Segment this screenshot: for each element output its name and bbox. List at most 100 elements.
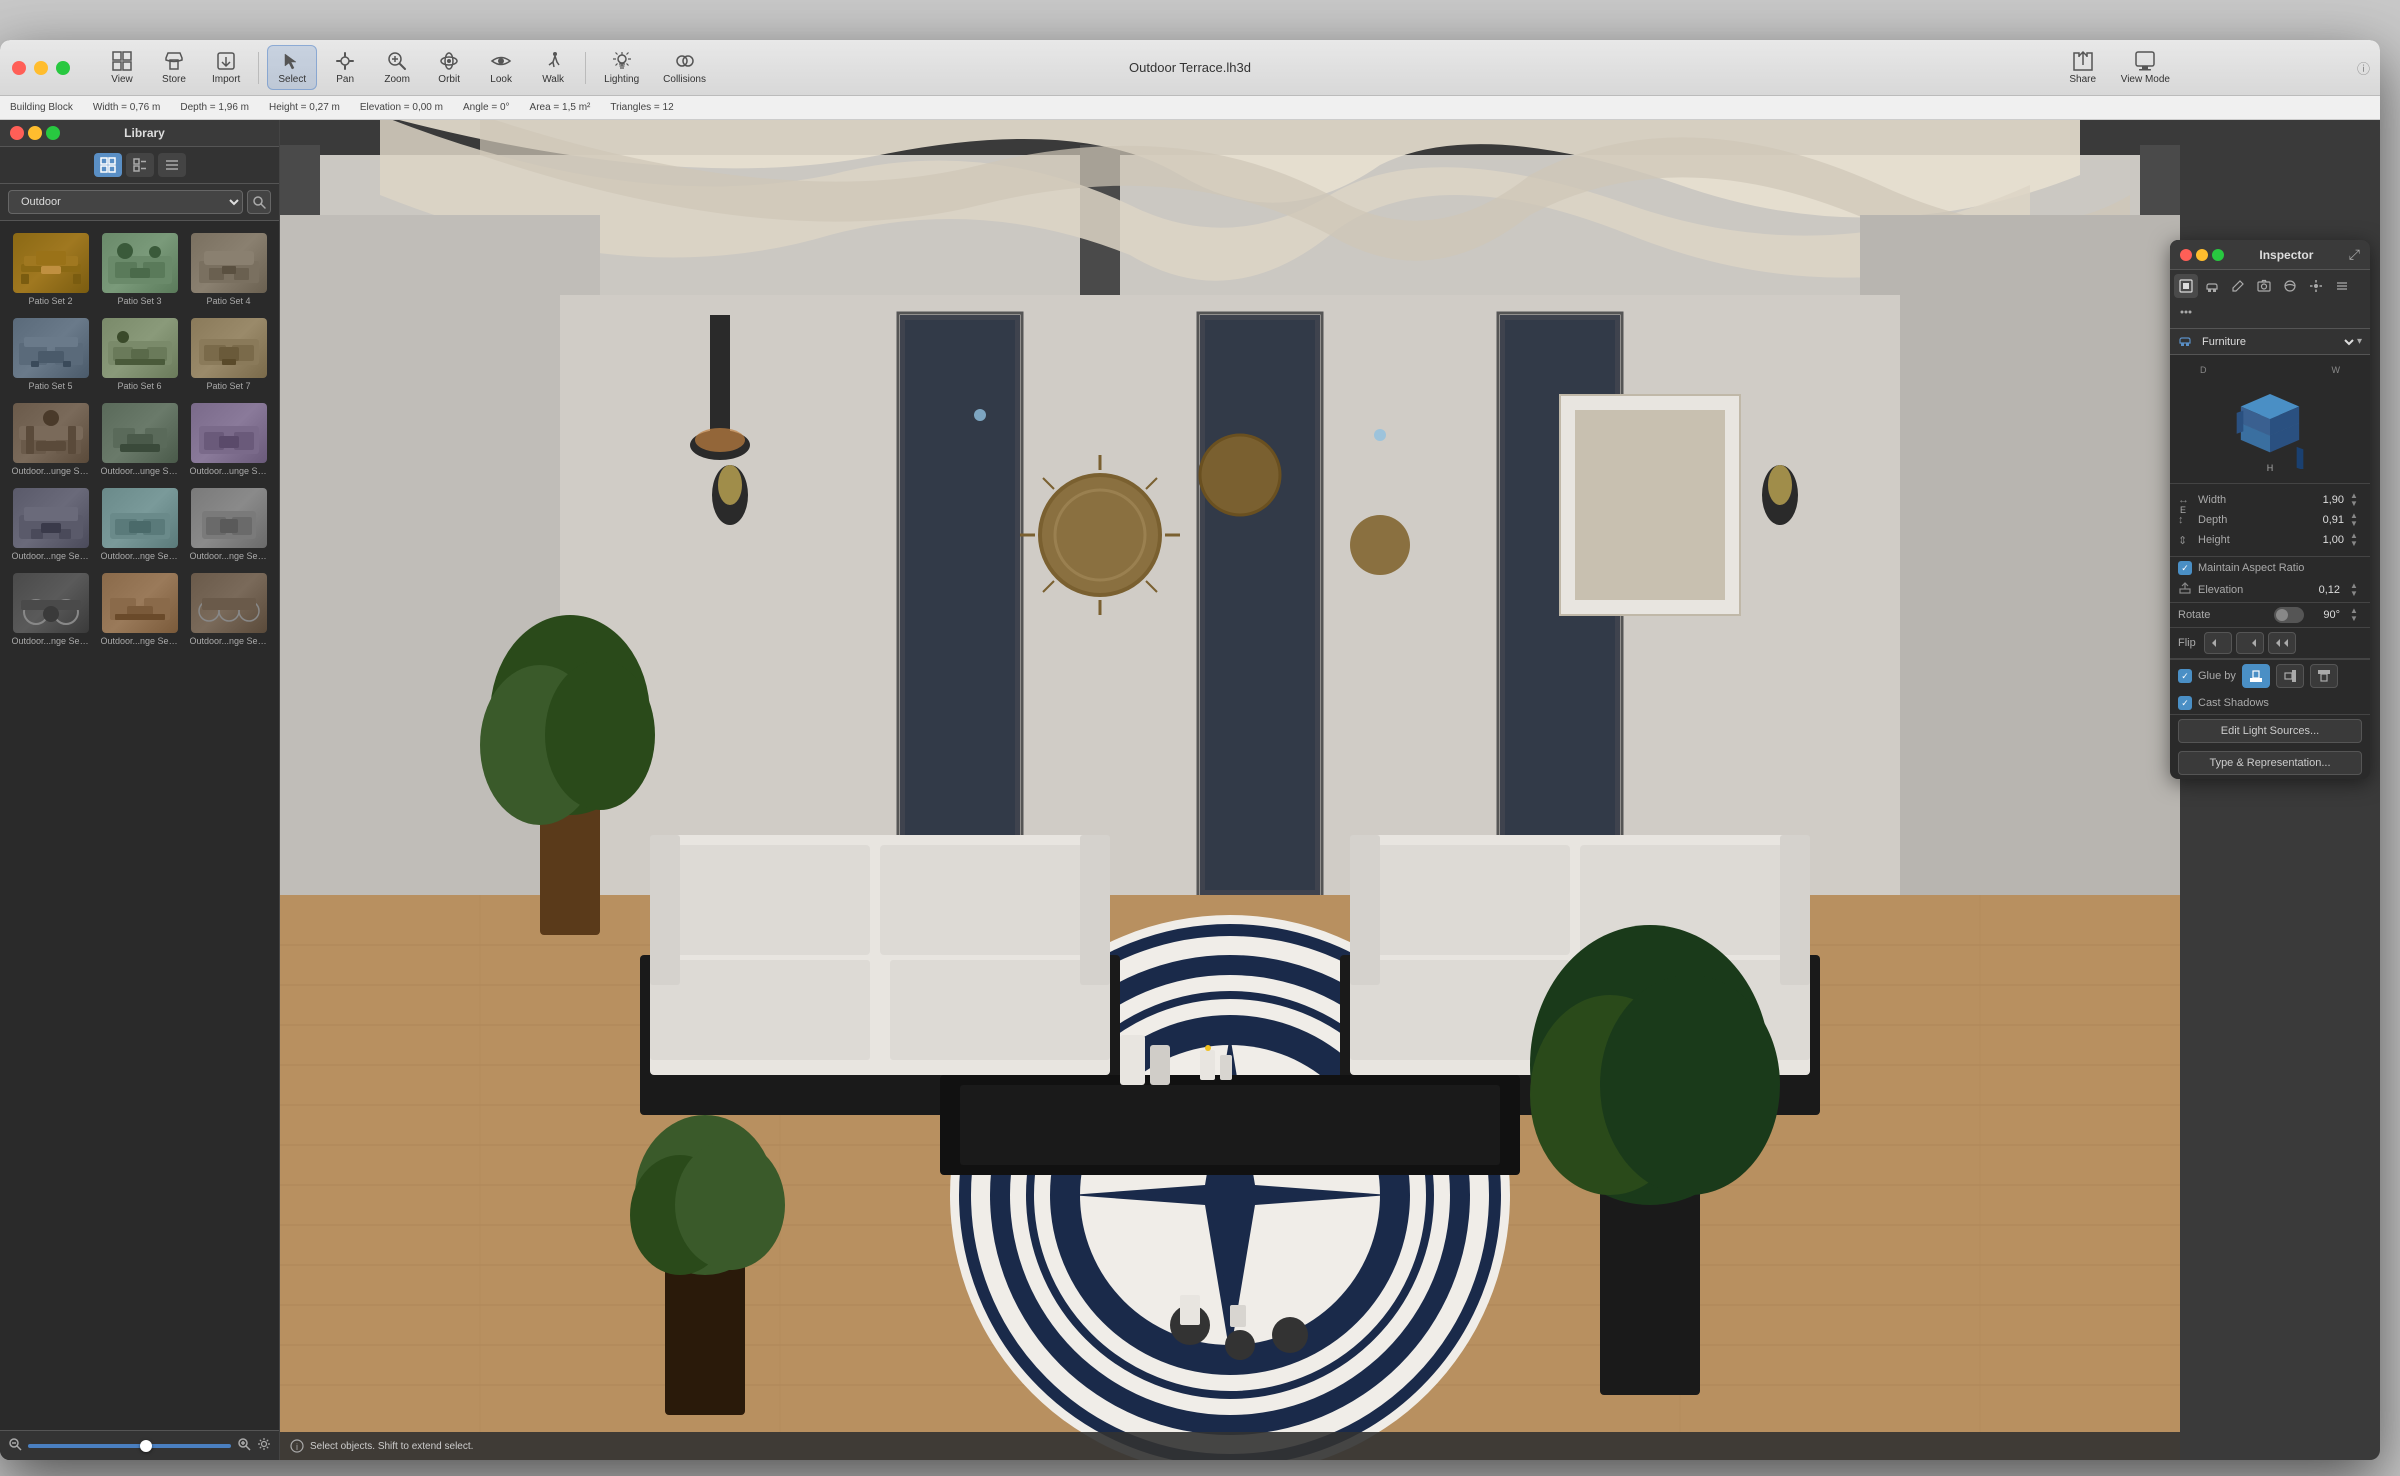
library-category-dropdown[interactable]: Outdoor [8,190,243,214]
minimize-button[interactable] [34,61,48,75]
library-min-btn[interactable] [28,126,42,140]
toolbar-item-look[interactable]: Look [477,46,525,89]
viewmode-label: View Mode [2121,74,2170,85]
library-settings-icon[interactable] [257,1437,271,1454]
lounge3-label: Outdoor...unge Set 3 [190,466,268,476]
list-item[interactable]: Patio Set 5 [8,314,93,395]
inspector-tool-more[interactable] [2330,274,2354,298]
elevation-stepper[interactable]: ▲ ▼ [2350,582,2362,598]
maximize-button[interactable] [56,61,70,75]
list-item[interactable]: Outdoor...unge Set 2 [97,399,182,480]
toolbar-item-collisions[interactable]: Collisions [653,46,716,89]
viewport[interactable] [280,120,2180,1460]
flip-vertical-button[interactable] [2236,632,2264,654]
height-step-down[interactable]: ▼ [2350,540,2362,548]
cast-shadows-checkbox[interactable]: ✓ [2178,696,2192,710]
rotate-step-down[interactable]: ▼ [2350,615,2362,623]
height-stepper[interactable]: ▲ ▼ [2350,532,2362,548]
glue-floor-button[interactable] [2242,664,2270,688]
toolbar-item-orbit[interactable]: Orbit [425,46,473,89]
elevation-icon [2178,581,2192,598]
width-stepper[interactable]: ▲ ▼ [2350,492,2362,508]
preview-w-label: W [2332,365,2341,375]
inspector-tool-furniture[interactable] [2200,274,2224,298]
zoom-slider-thumb[interactable] [140,1440,152,1452]
list-item[interactable]: Outdoor...nge Set 4 [8,484,93,565]
width-step-down[interactable]: ▼ [2350,500,2362,508]
toolbar-item-lighting[interactable]: Lighting [594,46,649,89]
rotate-toggle[interactable] [2274,607,2304,623]
list-item[interactable]: Outdoor...nge Set 6 [186,484,271,565]
list-item[interactable]: Outdoor...nge Set 9 [186,569,271,650]
inspector-tool-extra[interactable] [2174,300,2198,324]
library-search-button[interactable] [247,190,271,214]
toolbar-item-viewmode[interactable]: View Mode [2111,46,2180,89]
patio5-thumbnail-svg [16,321,86,375]
elevation-step-down[interactable]: ▼ [2350,590,2362,598]
lounge5-label: Outdoor...nge Set 5 [101,551,179,561]
zoom-out-icon[interactable] [8,1437,22,1454]
depth-row: ↕ Depth 0,91 ▲ ▼ [2178,510,2362,530]
list-item[interactable]: Outdoor...nge Set 7 [8,569,93,650]
depth-value[interactable]: 0,91 [2304,514,2344,526]
list-item[interactable]: Patio Set 3 [97,229,182,310]
close-button[interactable] [12,61,26,75]
library-close-btn[interactable] [10,126,24,140]
inspector-min-btn[interactable] [2196,249,2208,261]
inspector-tool-photo[interactable] [2252,274,2276,298]
elevation-value[interactable]: 0,12 [2319,584,2340,596]
glue-ceiling-button[interactable] [2310,664,2338,688]
library-max-btn[interactable] [46,126,60,140]
walk-label: Walk [542,74,564,85]
inspector-tool-select[interactable] [2174,274,2198,298]
toolbar-item-share[interactable]: Share [2059,46,2107,89]
list-item[interactable]: Patio Set 2 [8,229,93,310]
type-representation-button[interactable]: Type & Representation... [2178,751,2362,775]
inspector-3d-preview: D W [2170,355,2370,484]
toolbar-item-zoom[interactable]: Zoom [373,46,421,89]
list-item[interactable]: Outdoor...unge Set 1 [8,399,93,480]
inspector-max-btn[interactable] [2212,249,2224,261]
width-value[interactable]: 1,90 [2304,494,2344,506]
inspector-expand-icon[interactable]: ⤢ [2349,246,2360,263]
glue-wall-button[interactable] [2276,664,2304,688]
height-value[interactable]: 1,00 [2304,534,2344,546]
toolbar-item-view[interactable]: View [98,46,146,89]
inspector-tool-settings[interactable] [2304,274,2328,298]
info-icon[interactable]: ⓘ [2357,58,2370,77]
list-item[interactable]: Outdoor...nge Set 5 [97,484,182,565]
toolbar-item-pan[interactable]: Pan [321,46,369,89]
library-tab-icon[interactable] [126,153,154,177]
edit-light-sources-button[interactable]: Edit Light Sources... [2178,719,2362,743]
inspector-tool-edit[interactable] [2226,274,2250,298]
depth-step-down[interactable]: ▼ [2350,520,2362,528]
zoom-slider[interactable] [28,1444,231,1448]
list-item[interactable]: Outdoor...unge Set 3 [186,399,271,480]
list-item[interactable]: Patio Set 4 [186,229,271,310]
inspector-close-btn[interactable] [2180,249,2192,261]
glue-by-checkbox[interactable]: ✓ [2178,669,2192,683]
inspector-category-dropdown[interactable]: Furniture [2198,335,2357,349]
toolbar-item-import[interactable]: Import [202,46,250,89]
flip-horizontal-button[interactable] [2204,632,2232,654]
depth-stepper[interactable]: ▲ ▼ [2350,512,2362,528]
list-item[interactable]: Patio Set 7 [186,314,271,395]
library-tab-grid[interactable] [94,153,122,177]
inspector-tool-material[interactable] [2278,274,2302,298]
lounge1-thumb [13,403,89,463]
library-tab-list[interactable] [158,153,186,177]
zoom-in-icon[interactable] [237,1437,251,1454]
toolbar-item-store[interactable]: Store [150,46,198,89]
maintain-aspect-ratio-checkbox[interactable]: ✓ [2178,561,2192,575]
rotate-stepper[interactable]: ▲ ▼ [2350,607,2362,623]
toolbar-item-walk[interactable]: Walk [529,46,577,89]
patio3-thumbnail-svg [105,236,175,290]
list-item[interactable]: Outdoor...nge Set 8 [97,569,182,650]
rotate-value[interactable]: 90° [2310,609,2340,621]
rotate-label: Rotate [2178,609,2268,621]
flip-both-button[interactable] [2268,632,2296,654]
window-controls [12,61,70,75]
toolbar-item-select[interactable]: Select [267,45,317,90]
list-item[interactable]: Patio Set 6 [97,314,182,395]
library-header: Library [0,120,279,147]
